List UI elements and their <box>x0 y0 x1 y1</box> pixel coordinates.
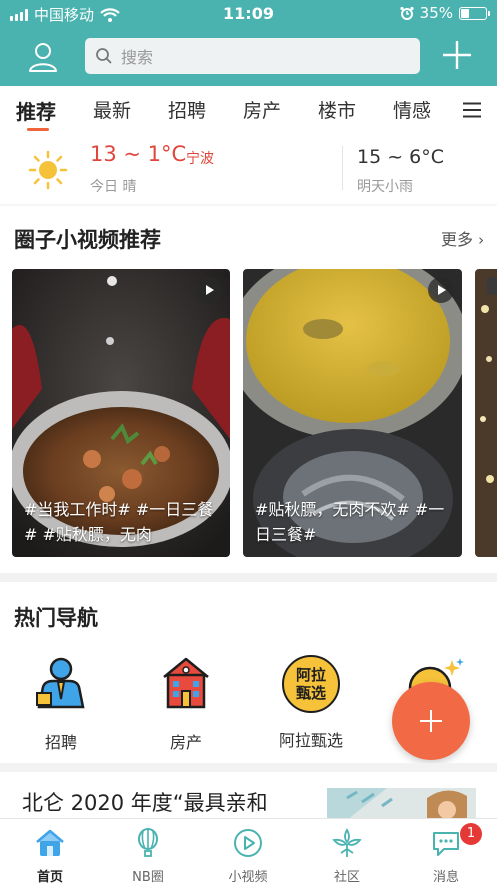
chevron-right-icon: › <box>478 231 485 249</box>
hot-nav-item-ala-select[interactable]: 阿拉 甄选 阿拉甄选 <box>266 655 356 751</box>
video-section-title: 圈子小视频推荐 <box>14 228 161 252</box>
bottom-nav-label: NB圈 <box>132 870 164 883</box>
play-icon <box>196 277 222 303</box>
message-count-badge: 1 <box>460 823 482 845</box>
tab-housing[interactable]: 房产 <box>243 96 281 123</box>
news-headline[interactable]: 北仑 2020 年度“最具亲和 <box>22 787 268 817</box>
hot-nav-item-jobs[interactable]: 招聘 <box>16 655 106 753</box>
bottom-nav-community[interactable]: 社区 <box>307 828 387 883</box>
tomorrow-weather-desc: 明天小雨 <box>357 179 413 195</box>
weather-divider <box>342 146 343 190</box>
menu-icon[interactable] <box>463 102 481 118</box>
chat-bubble-icon <box>433 832 459 856</box>
hot-nav-label: 招聘 <box>44 733 77 752</box>
battery-icon <box>459 6 490 20</box>
video-caption: #当我工作时# #一日三餐# #贴秋膘，无肉 <box>24 500 214 544</box>
video-thumbnail-partial <box>475 269 497 557</box>
home-icon <box>36 829 64 856</box>
tab-property-market[interactable]: 楼市 <box>318 96 356 123</box>
tab-latest[interactable]: 最新 <box>93 96 131 123</box>
section-divider <box>0 763 497 772</box>
floating-add-button[interactable] <box>392 682 470 760</box>
ala-select-logo: 阿拉 甄选 <box>282 655 340 713</box>
bottom-nav-home[interactable]: 首页 <box>10 828 90 883</box>
category-tabs: 推荐 最新 招聘 房产 楼市 情感 <box>0 88 497 134</box>
more-link[interactable]: 更多 › <box>441 226 484 250</box>
bottom-nav-short-video[interactable]: 小视频 <box>208 828 288 883</box>
active-tab-indicator <box>27 128 49 131</box>
weather-city: 宁波 <box>186 151 214 167</box>
hot-nav-label: 阿拉甄选 <box>278 731 343 750</box>
video-caption: #贴秋膘，无肉不欢# #一日三餐# <box>255 500 445 544</box>
briefcase-person-icon <box>36 657 85 709</box>
play-circle-icon <box>234 829 262 857</box>
battery-percent: 35% <box>419 4 453 22</box>
bottom-nav-label: 社区 <box>333 870 360 883</box>
bottom-nav-label: 首页 <box>36 870 63 883</box>
bottom-nav-label: 消息 <box>432 870 459 883</box>
status-right: 35% <box>400 4 490 22</box>
search-icon <box>96 48 112 64</box>
divider <box>0 204 497 206</box>
hot-nav-label: 房产 <box>169 733 202 752</box>
news-thumbnail[interactable] <box>327 788 476 820</box>
search-input[interactable]: 搜索 <box>85 38 420 74</box>
alarm-icon <box>400 6 414 20</box>
building-icon <box>163 657 209 709</box>
status-bar: 中国移动 11:09 35% <box>0 0 497 28</box>
add-post-icon[interactable] <box>440 38 474 72</box>
tab-jobs[interactable]: 招聘 <box>168 96 206 123</box>
video-card[interactable]: #贴秋膘，无肉不欢# #一日三餐# <box>243 269 462 557</box>
tab-recommend[interactable]: 推荐 <box>16 96 56 125</box>
video-card[interactable] <box>475 269 497 557</box>
sunny-icon <box>28 150 68 190</box>
user-profile-icon[interactable] <box>26 40 60 74</box>
bottom-nav-label: 小视频 <box>228 870 268 883</box>
flower-icon <box>332 828 362 857</box>
tomorrow-temperature: 15 ~ 6°C <box>357 146 445 168</box>
app-screen: 中国移动 11:09 35% 搜索 推荐 最新 招聘 房产 楼市 情感 13 ~… <box>0 0 497 883</box>
today-temperature: 13 ~ 1°C <box>90 142 187 166</box>
section-divider <box>0 573 497 582</box>
balloon-icon <box>138 828 158 857</box>
hot-nav-item-housing[interactable]: 房产 <box>141 655 231 753</box>
hot-nav-title: 热门导航 <box>14 606 98 630</box>
search-placeholder: 搜索 <box>121 48 154 67</box>
bottom-nav-nb-circle[interactable]: NB圈 <box>108 828 188 883</box>
play-icon <box>428 277 454 303</box>
more-label: 更多 <box>441 230 474 249</box>
tab-emotion[interactable]: 情感 <box>393 96 431 123</box>
today-weather-desc: 今日 晴 <box>90 179 137 195</box>
video-card[interactable]: #当我工作时# #一日三餐# #贴秋膘，无肉 <box>12 269 230 557</box>
